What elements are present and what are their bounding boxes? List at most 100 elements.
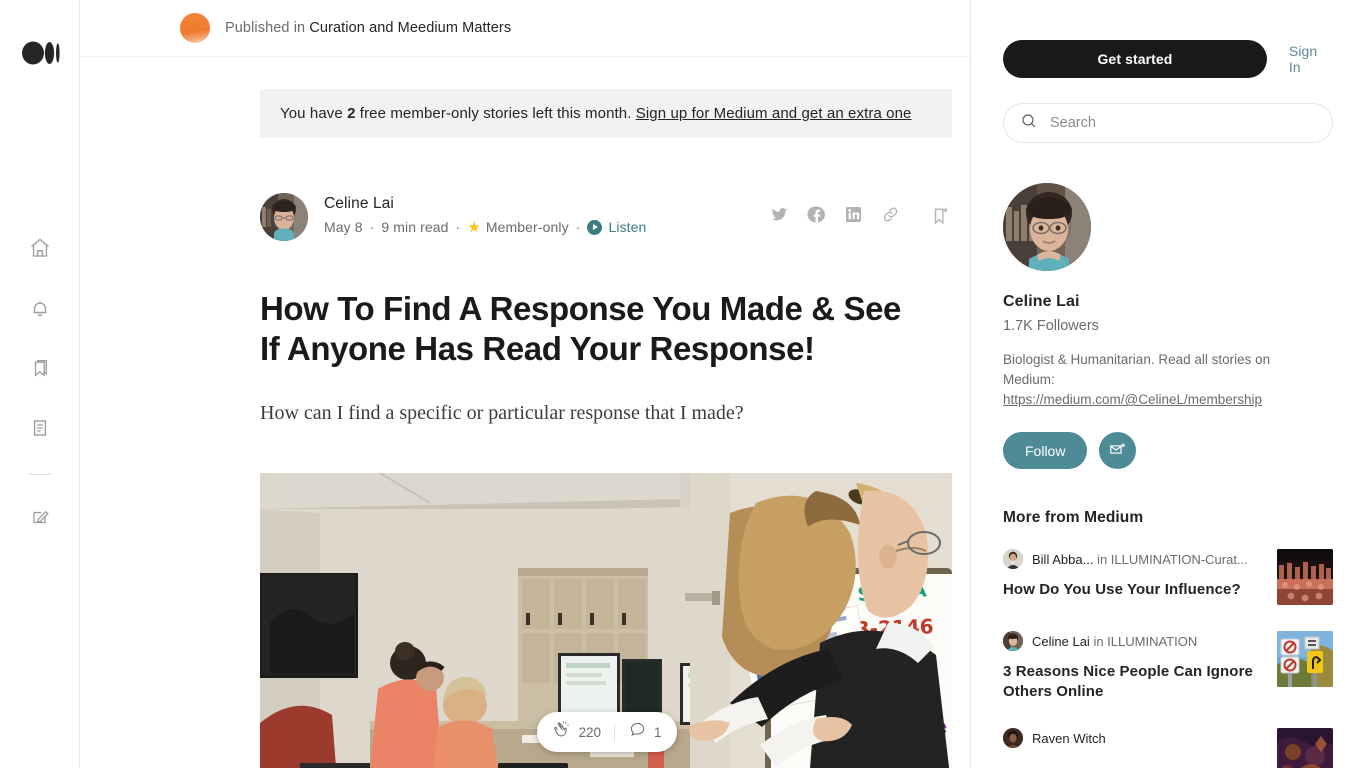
search-input[interactable]: [1050, 115, 1300, 131]
publish-date: May 8: [324, 219, 363, 235]
link-icon[interactable]: [881, 205, 900, 229]
listen-label: Listen: [608, 219, 647, 235]
list-item-body: Celine Lai in ILLUMINATION 3 Reasons Nic…: [1003, 631, 1253, 702]
avatar[interactable]: [1003, 631, 1023, 651]
rail-divider: [28, 474, 52, 475]
article-byline: Celine Lai May 8 · 9 min read · ★ Member…: [260, 193, 952, 241]
search-icon: [1020, 112, 1038, 135]
left-navigation-rail: [0, 0, 80, 768]
facebook-icon[interactable]: [807, 205, 826, 229]
separator-dot: ·: [455, 219, 461, 235]
engagement-floating-bar: 220 1: [537, 712, 677, 752]
save-story-button[interactable]: [930, 193, 952, 232]
star-icon: ★: [467, 218, 481, 236]
list-item-publication: ILLUMINATION-Curat...: [1110, 551, 1248, 567]
in-label: in: [1093, 551, 1111, 567]
publication-bar: Published in Curation and Meedium Matter…: [80, 0, 970, 57]
bell-icon: [28, 296, 52, 320]
subscribe-email-button[interactable]: [1099, 432, 1137, 469]
author-actions: Follow: [1003, 432, 1333, 469]
write-pencil-icon: [28, 505, 52, 529]
list-item-title: 3 Reasons Nice People Can Ignore Others …: [1003, 663, 1253, 700]
play-icon: [587, 219, 603, 235]
member-only-label: Member-only: [485, 219, 569, 235]
twitter-icon[interactable]: [770, 205, 789, 229]
avatar[interactable]: [1003, 183, 1091, 271]
medium-article-page: Published in Curation and Meedium Matter…: [0, 0, 1366, 768]
author-bio-text: Biologist & Humanitarian. Read all stori…: [1003, 352, 1271, 387]
list-item-byline: Bill Abba... in ILLUMINATION-Curat...: [1003, 549, 1253, 569]
list-item[interactable]: Raven Witch: [1003, 728, 1333, 768]
author-name[interactable]: Celine Lai: [1003, 293, 1333, 311]
sidebar-item-notifications[interactable]: [20, 288, 60, 328]
list-item-author: Raven Witch: [1032, 731, 1106, 746]
list-item-author: Celine Lai in ILLUMINATION: [1032, 634, 1197, 649]
notice-count: 2: [347, 105, 356, 122]
signup-link[interactable]: Sign up for Medium and get an extra one: [636, 105, 912, 122]
sidebar-item-bookmarks[interactable]: [20, 348, 60, 388]
list-item[interactable]: Bill Abba... in ILLUMINATION-Curat... Ho…: [1003, 549, 1333, 605]
listen-button[interactable]: Listen: [587, 219, 646, 235]
comment-count: 1: [654, 724, 662, 740]
list-item-byline: Celine Lai in ILLUMINATION: [1003, 631, 1253, 651]
document-icon: [28, 416, 52, 440]
list-item[interactable]: Celine Lai in ILLUMINATION 3 Reasons Nic…: [1003, 631, 1333, 702]
list-item-thumbnail: [1277, 549, 1333, 605]
list-item-author-name: Bill Abba...: [1032, 551, 1094, 567]
publication-avatar[interactable]: [180, 13, 210, 43]
more-from-medium-heading: More from Medium: [1003, 509, 1144, 526]
right-sidebar: Get started Sign In Search Celine Lai 1.…: [971, 0, 1365, 768]
article-subtitle: How can I find a specific or particular …: [260, 402, 744, 424]
auth-actions: Get started Sign In: [1003, 40, 1333, 78]
linkedin-icon[interactable]: [844, 205, 863, 229]
follower-count: 1.7K Followers: [1003, 318, 1099, 334]
follow-button[interactable]: Follow: [1003, 432, 1088, 469]
member-stories-notice: You have 2 free member-only stories left…: [260, 89, 952, 138]
page-title: How To Find A Response You Made & See If…: [260, 290, 901, 367]
get-started-button[interactable]: Get started: [1003, 40, 1267, 78]
separator-dot: ·: [575, 219, 581, 235]
home-icon: [28, 236, 52, 260]
article-main-column: Published in Curation and Meedium Matter…: [80, 0, 971, 768]
list-item-body: Raven Witch: [1003, 728, 1253, 768]
comment-button[interactable]: 1: [628, 720, 662, 744]
list-item-body: Bill Abba... in ILLUMINATION-Curat... Ho…: [1003, 549, 1253, 605]
sidebar-item-stories[interactable]: [20, 408, 60, 448]
sidebar-item-home[interactable]: [20, 228, 60, 268]
sidebar-item-write[interactable]: [20, 497, 60, 537]
list-item-publication: ILLUMINATION: [1107, 633, 1198, 649]
author-profile-card: Celine Lai 1.7K Followers Biologist & Hu…: [1003, 183, 1333, 469]
search-box[interactable]: [1003, 103, 1333, 143]
publication-label: Published in Curation and Meedium Matter…: [225, 20, 511, 36]
divider: [614, 723, 615, 741]
article-content: You have 2 free member-only stories left…: [80, 89, 970, 768]
author-membership-link[interactable]: https://medium.com/@CelineL/membership: [1003, 392, 1262, 407]
byline-details: May 8 · 9 min read · ★ Member-only · Lis…: [324, 219, 770, 235]
notice-middle: free member-only stories left this month…: [355, 105, 636, 122]
notice-before: You have: [280, 105, 348, 122]
publication-name[interactable]: Curation and Meedium Matters: [309, 20, 511, 36]
avatar[interactable]: [1003, 549, 1023, 569]
list-item-title: How Do You Use Your Influence?: [1003, 581, 1241, 598]
list-item-byline: Raven Witch: [1003, 728, 1253, 748]
in-label: in: [1089, 633, 1108, 649]
published-in-prefix: Published in: [225, 20, 310, 36]
list-item-author-name: Celine Lai: [1032, 633, 1090, 649]
clap-icon: [552, 720, 571, 744]
list-item-author: Bill Abba... in ILLUMINATION-Curat...: [1032, 552, 1248, 567]
author-avatar[interactable]: [260, 193, 308, 241]
clap-button[interactable]: 220: [552, 720, 601, 744]
more-from-medium-list: Bill Abba... in ILLUMINATION-Curat... Ho…: [1003, 549, 1333, 768]
read-time: 9 min read: [381, 219, 449, 235]
list-item-author-name: Raven Witch: [1032, 730, 1106, 746]
list-item-thumbnail: [1277, 631, 1333, 687]
author-name[interactable]: Celine Lai: [324, 195, 770, 213]
rail-icon-list: [0, 228, 80, 557]
bookmark-icon: [28, 356, 52, 380]
sign-in-link[interactable]: Sign In: [1289, 43, 1333, 75]
list-item-thumbnail: [1277, 728, 1333, 768]
share-actions: [770, 193, 900, 229]
medium-logo-icon[interactable]: [22, 38, 60, 68]
comment-icon: [628, 720, 647, 744]
avatar[interactable]: [1003, 728, 1023, 748]
